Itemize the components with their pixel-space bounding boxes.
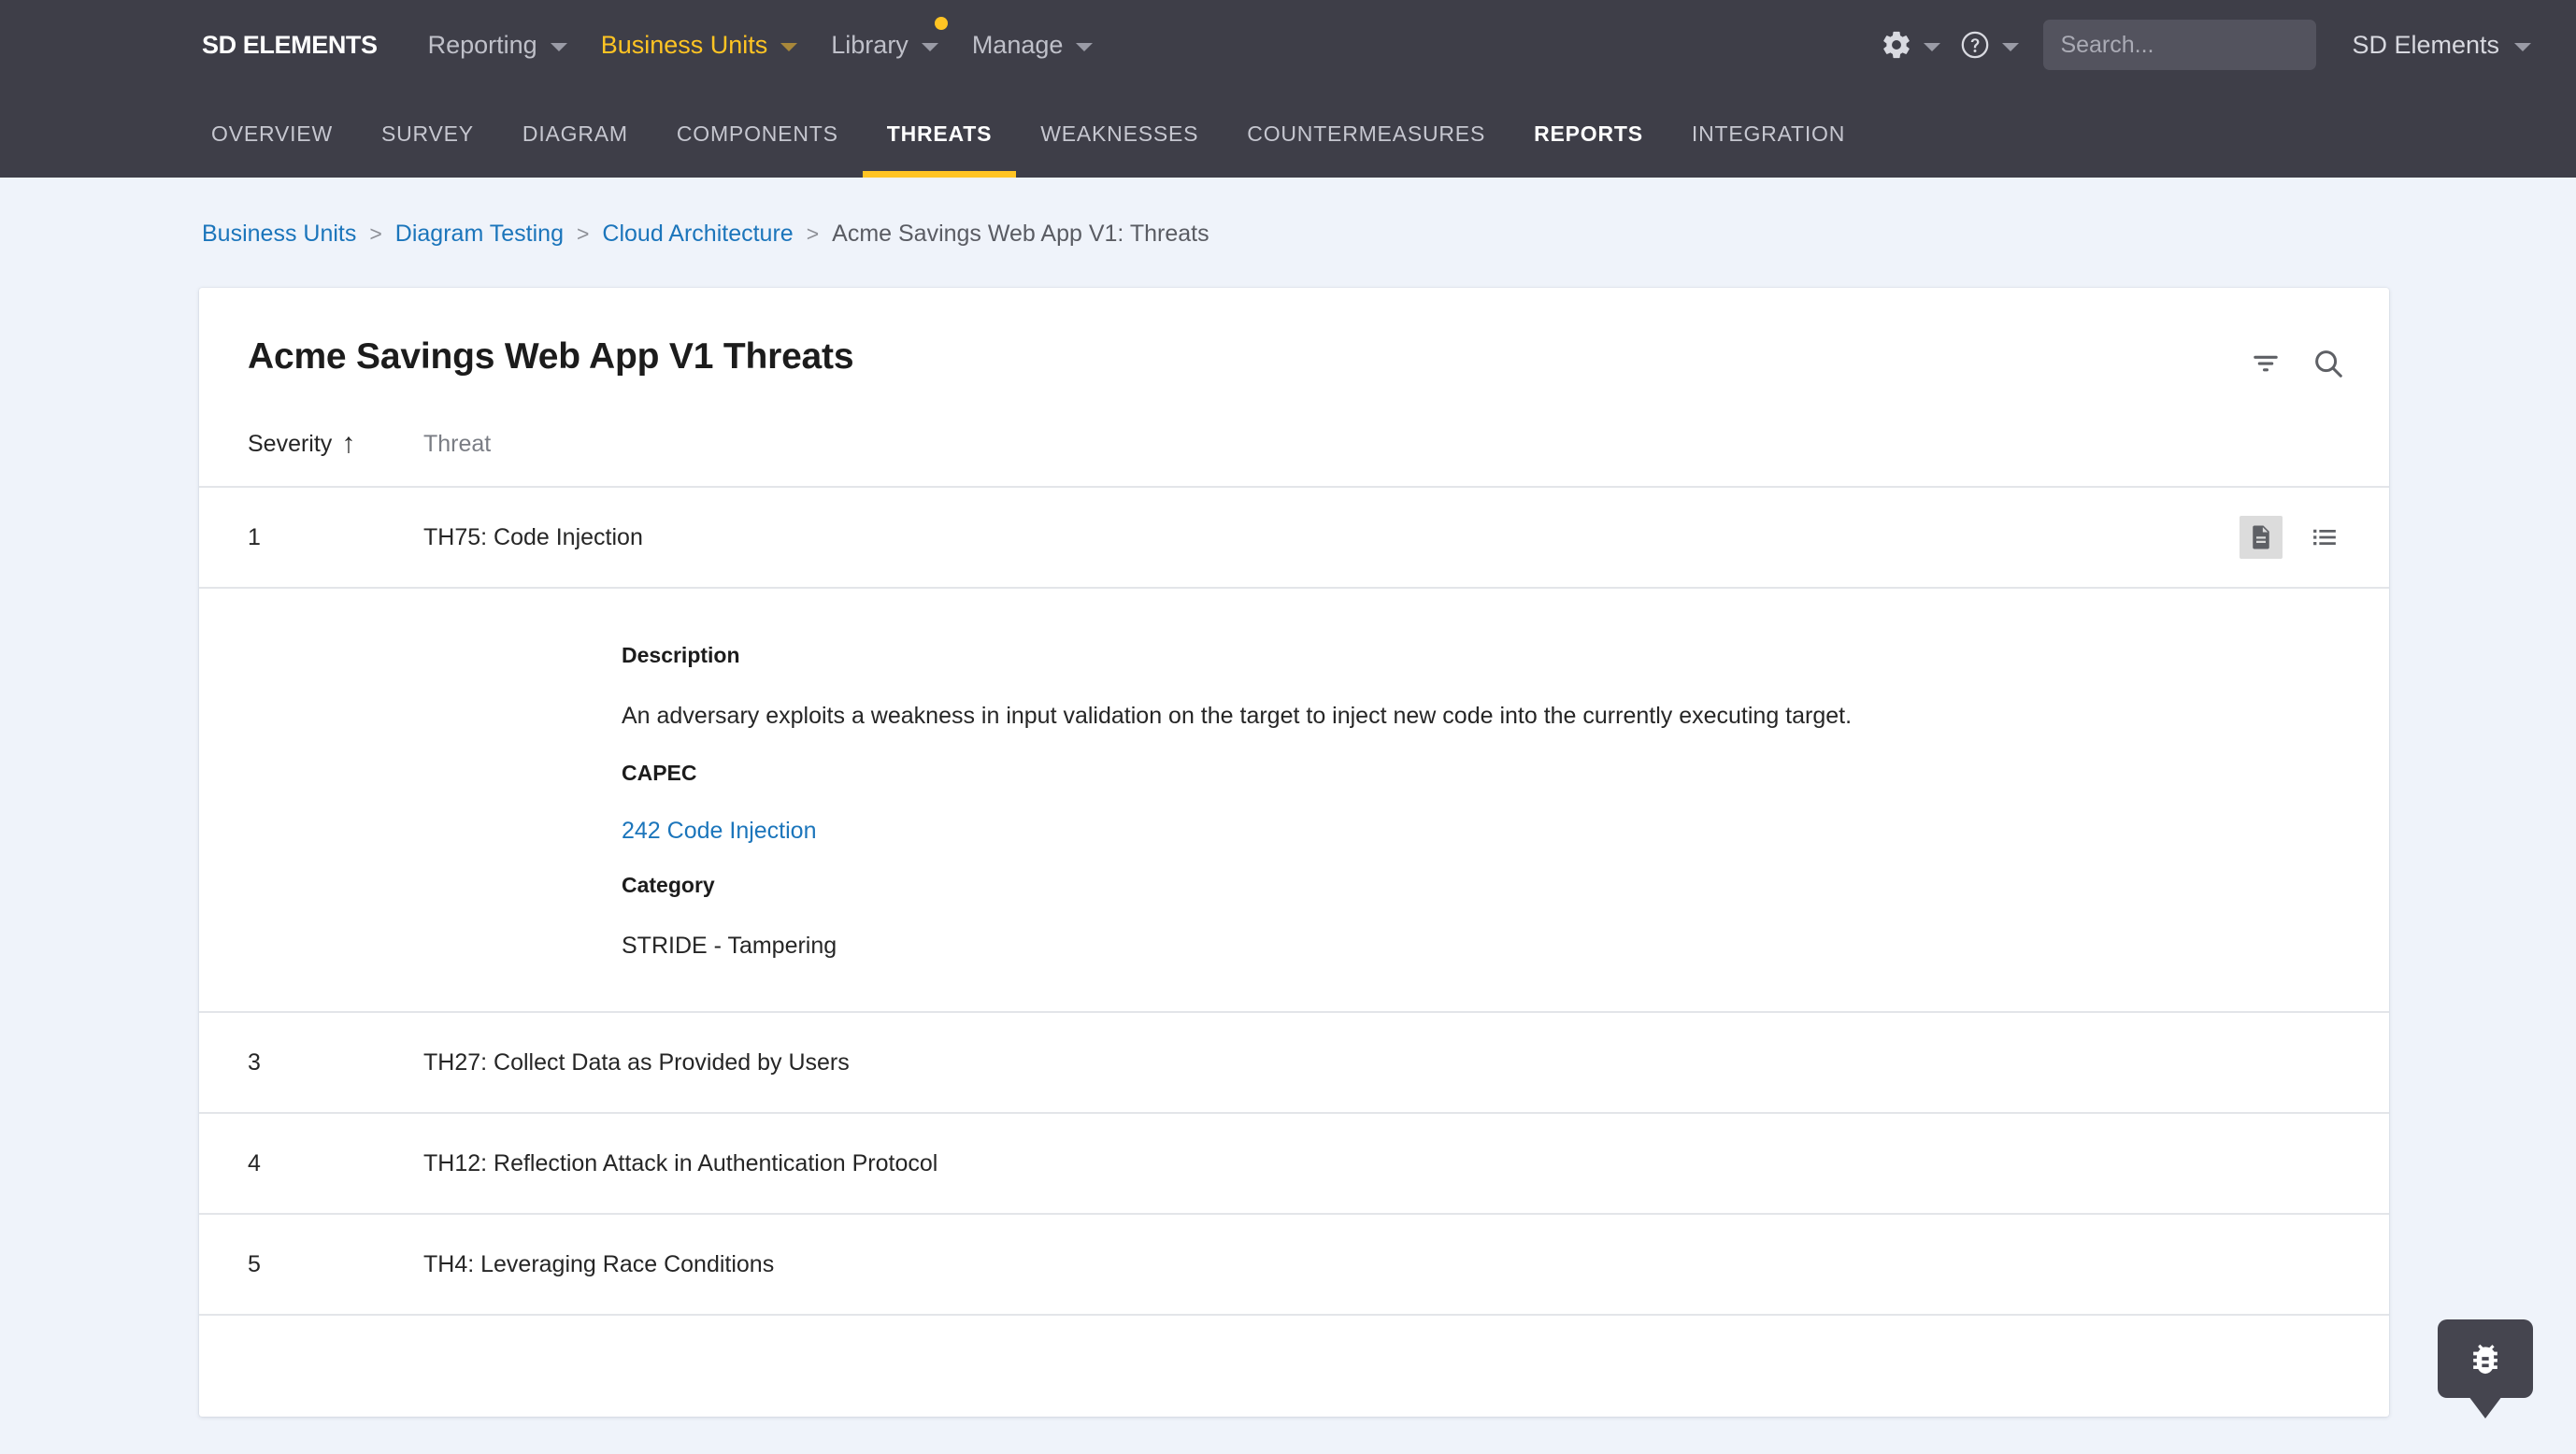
tab-countermeasures[interactable]: COUNTERMEASURES — [1223, 90, 1510, 178]
breadcrumb-item-cloud-architecture[interactable]: Cloud Architecture — [602, 221, 793, 248]
notification-dot-icon — [935, 17, 948, 30]
user-account-menu[interactable]: SD Elements — [2352, 31, 2531, 60]
row-actions — [2240, 516, 2346, 559]
breadcrumb-separator: > — [369, 221, 381, 247]
chevron-down-icon — [780, 43, 797, 51]
tab-integration[interactable]: INTEGRATION — [1667, 90, 1869, 178]
breadcrumb-item-business-units[interactable]: Business Units — [202, 221, 356, 248]
nav-item-manage[interactable]: Manage — [955, 21, 1110, 69]
detail-capec-label: CAPEC — [622, 761, 2340, 786]
chevron-down-icon — [1076, 43, 1093, 51]
detail-description-text: An adversary exploits a weakness in inpu… — [622, 700, 2340, 733]
top-navigation-bar: SD ELEMENTS Reporting Business Units Lib… — [0, 0, 2576, 178]
detail-capec-link[interactable]: 242 Code Injection — [622, 818, 816, 845]
table-column-headers: Severity ↑ Threat — [199, 381, 2389, 488]
chevron-down-icon — [2514, 43, 2531, 51]
table-row-placeholder — [199, 1316, 2389, 1417]
row-threat-name[interactable]: TH27: Collect Data as Provided by Users — [423, 1049, 2346, 1076]
column-header-severity[interactable]: Severity ↑ — [248, 430, 423, 458]
column-header-threat[interactable]: Threat — [423, 431, 491, 458]
settings-menu-button[interactable] — [1871, 21, 1950, 68]
table-row[interactable]: 5 TH4: Leveraging Race Conditions — [199, 1215, 2389, 1316]
detail-description-label: Description — [622, 643, 2340, 668]
section-tabs: OVERVIEW SURVEY DIAGRAM COMPONENTS THREA… — [0, 90, 2576, 178]
list-icon[interactable] — [2303, 516, 2346, 559]
table-row[interactable]: 3 TH27: Collect Data as Provided by User… — [199, 1013, 2389, 1114]
row-threat-name[interactable]: TH12: Reflection Attack in Authenticatio… — [423, 1150, 2346, 1177]
help-menu-button[interactable] — [1950, 21, 2028, 68]
chevron-down-icon — [1924, 43, 1940, 51]
report-bug-button[interactable] — [2438, 1319, 2533, 1398]
nav-item-label: Business Units — [601, 31, 768, 60]
tab-threats[interactable]: THREATS — [863, 90, 1017, 178]
description-icon-glyph — [2247, 523, 2275, 551]
breadcrumb-item-diagram-testing[interactable]: Diagram Testing — [395, 221, 564, 248]
nav-item-reporting[interactable]: Reporting — [411, 21, 584, 69]
threats-card: Acme Savings Web App V1 Threats Severity… — [199, 288, 2389, 1417]
breadcrumb-separator: > — [807, 221, 819, 247]
row-threat-name[interactable]: TH4: Leveraging Race Conditions — [423, 1251, 2346, 1278]
user-account-label: SD Elements — [2352, 31, 2499, 60]
chevron-down-icon — [2002, 43, 2019, 51]
search-input[interactable] — [2043, 20, 2316, 70]
row-severity: 3 — [248, 1049, 423, 1076]
description-icon[interactable] — [2240, 516, 2283, 559]
primary-nav-menu: Reporting Business Units Library Manage — [411, 21, 1110, 69]
sort-ascending-icon: ↑ — [341, 430, 355, 458]
row-threat-name[interactable]: TH75: Code Injection — [423, 524, 2240, 551]
page-title: Acme Savings Web App V1 Threats — [248, 336, 853, 378]
card-header-actions — [2249, 336, 2346, 381]
row-severity: 1 — [248, 524, 423, 551]
brand-logo[interactable]: SD ELEMENTS — [202, 31, 378, 60]
nav-item-label: Library — [831, 31, 909, 60]
tab-diagram[interactable]: DIAGRAM — [498, 90, 652, 178]
question-circle-icon — [1959, 29, 1991, 61]
nav-utilities: SD Elements — [1871, 0, 2576, 90]
nav-item-library[interactable]: Library — [814, 21, 955, 69]
row-severity: 5 — [248, 1251, 423, 1278]
breadcrumb: Business Units > Diagram Testing > Cloud… — [0, 178, 2576, 248]
column-header-severity-label: Severity — [248, 431, 332, 458]
card-header: Acme Savings Web App V1 Threats — [199, 288, 2389, 381]
tab-weaknesses[interactable]: WEAKNESSES — [1016, 90, 1223, 178]
breadcrumb-current-page: Acme Savings Web App V1: Threats — [832, 221, 1209, 248]
table-row[interactable]: 4 TH12: Reflection Attack in Authenticat… — [199, 1114, 2389, 1215]
bug-icon — [2465, 1338, 2506, 1379]
tab-components[interactable]: COMPONENTS — [652, 90, 863, 178]
breadcrumb-separator: > — [577, 221, 589, 247]
detail-category-value: STRIDE - Tampering — [622, 930, 2340, 962]
nav-item-label: Manage — [972, 31, 1064, 60]
tab-overview[interactable]: OVERVIEW — [187, 90, 357, 178]
tab-reports[interactable]: REPORTS — [1510, 90, 1667, 178]
filter-icon[interactable] — [2249, 347, 2283, 380]
gear-icon — [1881, 29, 1912, 61]
search-icon[interactable] — [2311, 346, 2346, 381]
row-severity: 4 — [248, 1150, 423, 1177]
tab-survey[interactable]: SURVEY — [357, 90, 498, 178]
primary-nav-row: SD ELEMENTS Reporting Business Units Lib… — [0, 0, 2576, 90]
list-icon-glyph — [2311, 523, 2339, 551]
chevron-down-icon — [922, 43, 938, 51]
nav-item-business-units[interactable]: Business Units — [584, 21, 815, 69]
detail-category-label: Category — [622, 873, 2340, 898]
table-row[interactable]: 1 TH75: Code Injection — [199, 488, 2389, 589]
chevron-down-icon — [551, 43, 567, 51]
row-detail-panel: Description An adversary exploits a weak… — [199, 589, 2389, 1013]
nav-item-label: Reporting — [428, 31, 537, 60]
